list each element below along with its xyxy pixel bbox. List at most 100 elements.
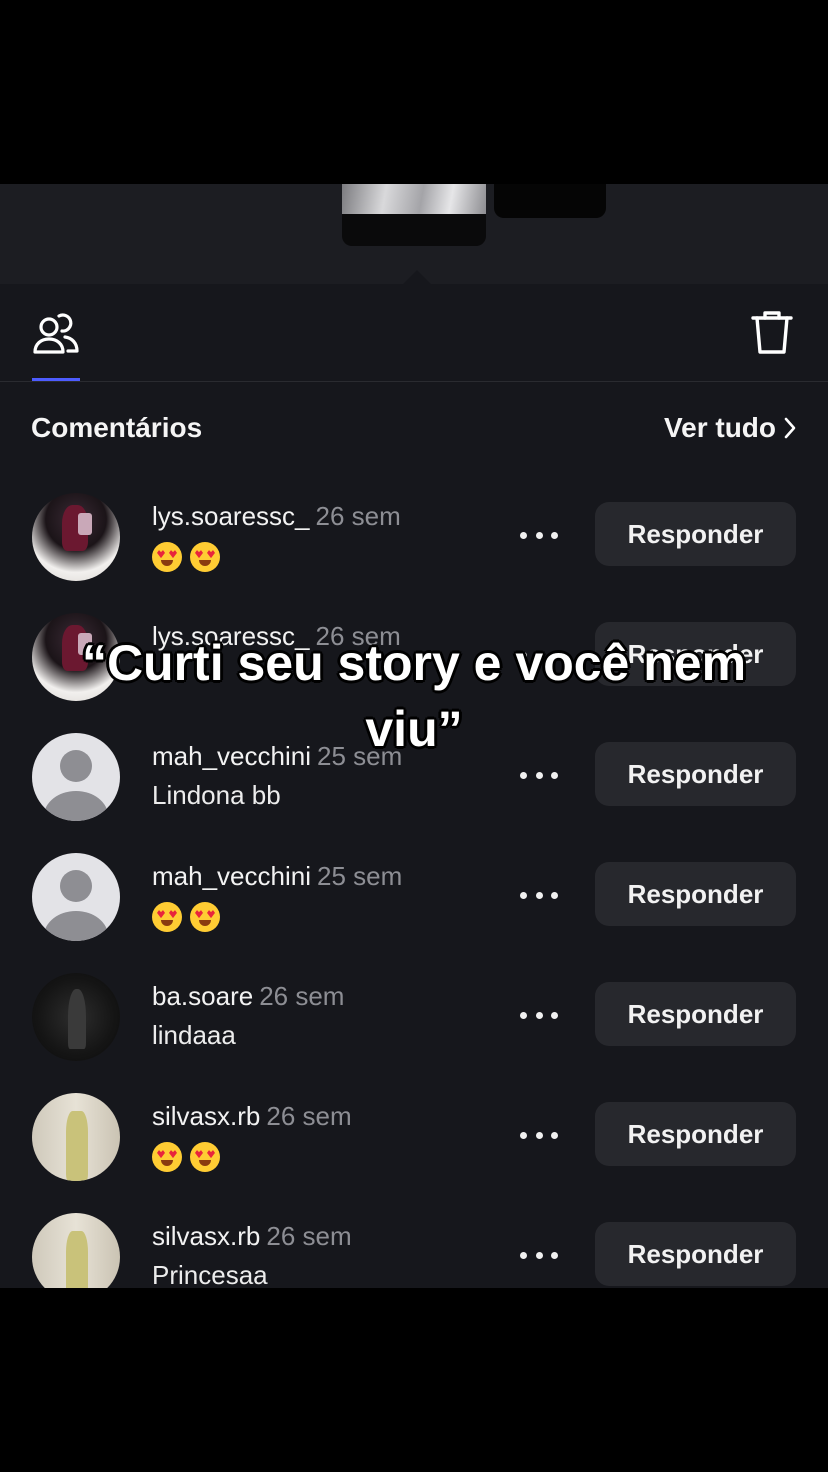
comments-heading: Comentários (31, 412, 203, 443)
comment-meta: lys.soaressc_ 26 sem (152, 621, 401, 660)
dot-icon (551, 651, 558, 659)
story-thumbnail[interactable] (494, 184, 606, 218)
username[interactable]: silvasx.rb (152, 1221, 260, 1251)
more-options-button[interactable] (520, 527, 558, 543)
comment-header: mah_vecchini 25 sem (152, 741, 402, 772)
comment-header: lys.soaressc_ 26 sem (152, 621, 401, 652)
comment-meta: mah_vecchini 25 sem Lindona bb (152, 741, 402, 811)
story-thumbnail-image (342, 184, 486, 214)
heart-eyes-emoji (152, 1142, 182, 1173)
dot-icon (551, 1131, 558, 1139)
story-thumbnails-strip (0, 184, 828, 284)
avatar[interactable] (32, 733, 120, 821)
see-all-label: Ver tudo (663, 412, 776, 443)
timestamp: 26 sem (315, 621, 401, 651)
timestamp: 26 sem (266, 1101, 352, 1131)
tab-viewers[interactable] (30, 312, 82, 362)
more-options-button[interactable] (520, 1127, 558, 1143)
dot-icon (535, 651, 543, 659)
comment-text: lindaaa (152, 1020, 236, 1050)
avatar[interactable] (32, 1213, 120, 1288)
heart-eyes-emoji (152, 902, 182, 933)
reply-button[interactable]: Responder (595, 742, 796, 806)
avatar[interactable] (32, 853, 120, 941)
username[interactable]: silvasx.rb (152, 1101, 260, 1131)
avatar[interactable] (32, 613, 120, 701)
dot-icon (535, 1131, 543, 1139)
avatar-head (60, 750, 92, 782)
reply-button[interactable]: Responder (595, 1102, 796, 1166)
more-options-button[interactable] (520, 1247, 558, 1263)
dot-icon (535, 891, 543, 899)
see-all-link[interactable]: Ver tudo (664, 412, 796, 444)
dot-icon (520, 891, 527, 899)
comment-row: mah_vecchini 25 sem Responder (0, 847, 828, 967)
dot-icon (520, 1251, 527, 1259)
timestamp: 26 sem (266, 1221, 352, 1251)
username[interactable]: lys.soaressc_ (152, 501, 310, 531)
comment-text (152, 540, 401, 573)
comments-list: lys.soaressc_ 26 sem Responder lys.soares… (0, 487, 828, 1288)
dot-icon (520, 531, 527, 539)
timestamp: 26 sem (259, 981, 345, 1011)
active-tab-indicator (32, 378, 80, 381)
comment-row: silvasx.rb 26 sem Responder (0, 1087, 828, 1207)
emoji-mouth (161, 1160, 173, 1167)
dot-icon (551, 531, 558, 539)
username[interactable]: ba.soare (152, 981, 253, 1011)
avatar[interactable] (32, 1093, 120, 1181)
comment-header: silvasx.rb 26 sem (152, 1101, 352, 1132)
dot-icon (551, 1011, 558, 1019)
dot-icon (535, 771, 543, 779)
more-options-button[interactable] (520, 647, 558, 663)
avatar-figure (68, 989, 86, 1049)
dot-icon (520, 771, 527, 779)
timestamp: 25 sem (316, 741, 403, 771)
avatar[interactable] (32, 973, 120, 1061)
heart-eyes-emoji (190, 902, 220, 933)
dot-icon (520, 1011, 527, 1019)
dot-icon (551, 771, 558, 779)
comment-text (152, 1140, 352, 1173)
username[interactable]: mah_vecchini (152, 741, 311, 771)
reply-button[interactable]: Responder (595, 862, 796, 926)
comment-meta: silvasx.rb 26 sem Princesaa (152, 1221, 352, 1288)
chevron-right-icon (784, 417, 796, 439)
emoji-mouth (199, 1160, 211, 1167)
avatar-phone (78, 513, 92, 535)
reply-button[interactable]: Responder (595, 502, 796, 566)
emoji-mouth (199, 920, 211, 927)
comment-row: lys.soaressc_ 26 sem Responder (0, 487, 828, 607)
more-options-button[interactable] (520, 767, 558, 783)
dot-icon (535, 531, 543, 539)
reply-button[interactable]: Responder (595, 1222, 796, 1286)
more-options-button[interactable] (520, 1007, 558, 1023)
heart-eyes-emoji (190, 1142, 220, 1173)
emoji-mouth (199, 560, 211, 567)
comment-row: silvasx.rb 26 sem Princesaa Responder (0, 1207, 828, 1288)
avatar-figure (66, 1111, 88, 1181)
avatar[interactable] (32, 493, 120, 581)
more-options-button[interactable] (520, 887, 558, 903)
reply-button[interactable]: Responder (595, 982, 796, 1046)
comment-meta: ba.soare 26 sem lindaaa (152, 981, 344, 1051)
reply-button[interactable]: Responder (595, 622, 796, 686)
comment-text: Princesaa (152, 1260, 268, 1288)
selected-story-pointer (403, 270, 431, 284)
avatar-figure (66, 1231, 88, 1288)
delete-story-button[interactable] (748, 310, 796, 362)
emoji-mouth (161, 560, 173, 567)
heart-eyes-emoji (190, 542, 220, 573)
timestamp: 25 sem (316, 861, 403, 891)
heart-eyes-emoji (152, 542, 182, 573)
story-thumbnail-selected[interactable] (342, 184, 486, 246)
comment-row: mah_vecchini 25 sem Lindona bb Responder (0, 727, 828, 847)
comment-text: Lindona bb (152, 780, 281, 810)
comment-text (152, 900, 402, 933)
comment-row: ba.soare 26 sem lindaaa Responder (0, 967, 828, 1087)
comment-header: mah_vecchini 25 sem (152, 861, 402, 892)
username[interactable]: mah_vecchini (152, 861, 311, 891)
dot-icon (535, 1011, 543, 1019)
comment-header: silvasx.rb 26 sem (152, 1221, 352, 1252)
username[interactable]: lys.soaressc_ (152, 621, 310, 651)
